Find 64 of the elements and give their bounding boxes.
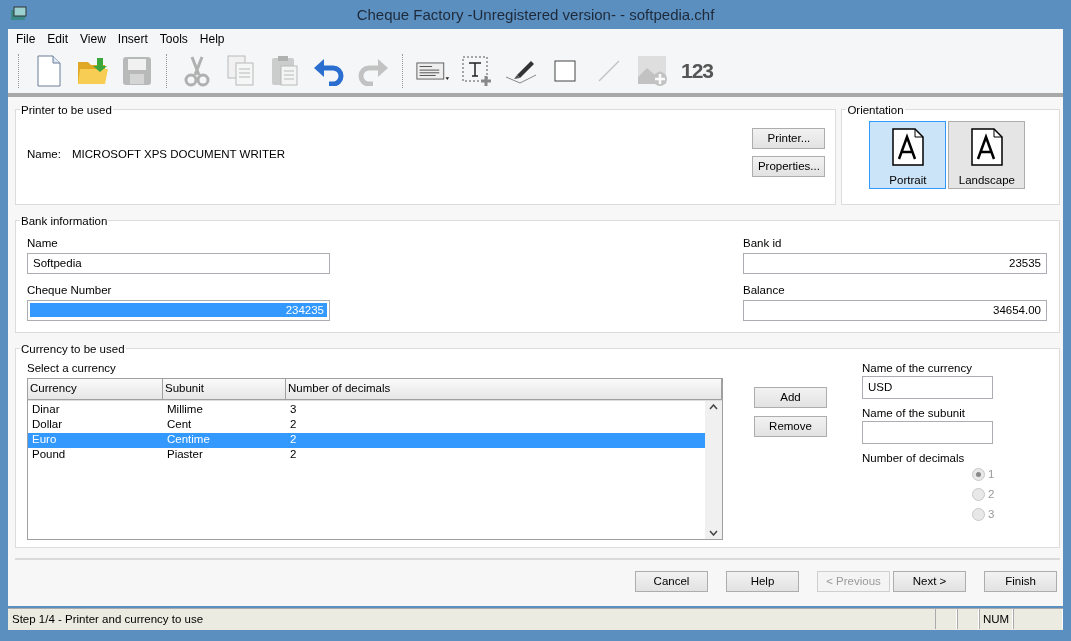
printer-button[interactable]: Printer...: [752, 127, 826, 149]
printer-button[interactable]: Properties...: [752, 155, 826, 177]
currency-row[interactable]: Dollar Cent 2: [28, 417, 705, 433]
field-label: Name: [27, 236, 59, 249]
menu-item[interactable]: View: [74, 31, 112, 46]
currency-row[interactable]: Pound Piaster 2: [28, 447, 705, 463]
status-panel: [1013, 609, 1063, 630]
menu-item[interactable]: Tools: [153, 31, 194, 46]
menu-item[interactable]: Help: [193, 31, 231, 46]
rectangle-icon: [554, 59, 576, 82]
add-image-icon: [637, 54, 669, 87]
group-title: Orientation: [846, 103, 905, 116]
status-panel: [935, 609, 957, 630]
group-title: Bank information: [20, 214, 109, 227]
page-letter-icon: [968, 125, 1005, 168]
menu-item[interactable]: Insert: [111, 31, 154, 46]
copy-icon: [227, 54, 255, 87]
line-icon: [598, 59, 620, 82]
list-button[interactable]: Add: [754, 386, 827, 408]
menu-item[interactable]: File: [10, 31, 42, 46]
status-panel: [957, 609, 979, 630]
name-field[interactable]: Softpedia: [27, 252, 330, 274]
currency-row[interactable]: Dinar Millime 3: [28, 402, 705, 418]
number-tool[interactable]: 123: [680, 58, 713, 83]
field-label: Cheque Number: [27, 283, 113, 296]
wizard-button[interactable]: Help: [726, 570, 799, 592]
folder-icon: [77, 55, 109, 86]
orientation-option[interactable]: Landscape: [948, 120, 1026, 189]
text-box-icon: [461, 54, 493, 87]
currency-name-field[interactable]: USD: [862, 375, 993, 399]
radio-label: 3: [988, 508, 995, 521]
field-label: Number of decimals: [862, 451, 966, 464]
subunit-name-field[interactable]: [862, 420, 993, 444]
wizard-button[interactable]: Next >: [893, 570, 966, 592]
radio-label: 1: [988, 468, 995, 481]
scissors-icon: [184, 54, 210, 87]
field-label: Bank id: [743, 236, 783, 249]
column-header[interactable]: Subunit: [163, 378, 286, 399]
window-title: Cheque Factory -Unregistered version- - softpedia.chf: [355, 6, 716, 23]
status-text: Step 1/4 - Printer and currency to use: [11, 613, 205, 626]
list-button[interactable]: Remove: [754, 415, 827, 437]
wizard-button[interactable]: Cancel: [635, 570, 708, 592]
column-header[interactable]: Currency: [28, 378, 163, 399]
balance-field[interactable]: 34654.00: [743, 299, 1047, 321]
scroll-down-icon[interactable]: [709, 529, 718, 536]
radio-label: 2: [988, 488, 995, 501]
field-label: Name of the currency: [862, 361, 973, 374]
field-label: Select a currency: [27, 361, 117, 374]
group-title: Printer to be used: [20, 103, 113, 116]
status-panel: NUM: [979, 609, 1013, 630]
name-label: Name:: [27, 148, 62, 161]
new-document-icon: [36, 54, 62, 87]
column-header[interactable]: Number of decimals: [286, 378, 722, 399]
group-title: Currency to be used: [20, 342, 126, 355]
clipboard-icon: [271, 54, 299, 87]
field-label: Balance: [743, 283, 786, 296]
orientation-option[interactable]: Portrait: [869, 120, 947, 189]
field-label: Name of the subunit: [862, 406, 966, 419]
printer-name: MICROSOFT XPS DOCUMENT WRITER: [72, 148, 286, 161]
bank-id-field[interactable]: 23535: [743, 252, 1047, 274]
menu-item[interactable]: Edit: [41, 31, 75, 46]
scroll-up-icon[interactable]: [709, 403, 718, 410]
wizard-button[interactable]: Finish: [984, 570, 1057, 592]
page-letter-icon: [889, 125, 926, 168]
